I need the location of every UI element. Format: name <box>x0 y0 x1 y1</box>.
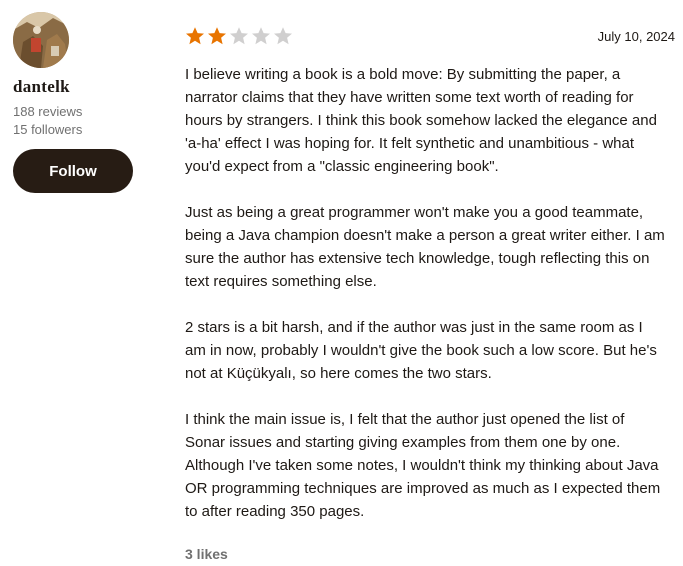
review-paragraph: Just as being a great programmer won't m… <box>185 204 665 290</box>
star-rating <box>185 26 293 46</box>
review-header: July 10, 2024 <box>185 24 675 48</box>
review-content: July 10, 2024 I believe writing a book i… <box>185 24 675 564</box>
follow-button[interactable]: Follow <box>13 149 133 193</box>
review-paragraph: I believe writing a book is a bold move:… <box>185 66 657 175</box>
review-card: dantelk 188 reviews 15 followers Follow … <box>0 0 683 566</box>
review-paragraph: 2 stars is a bit harsh, and if the autho… <box>185 319 657 382</box>
reviewer-review-count: 188 reviews <box>13 104 83 119</box>
star-empty-icon <box>230 27 248 45</box>
reviewer-avatar[interactable] <box>13 12 69 68</box>
review-text: I believe writing a book is a bold move:… <box>185 63 665 523</box>
likes-count[interactable]: 3 likes <box>185 546 228 562</box>
user-avatar-photo-icon <box>13 12 69 68</box>
star-filled-icon <box>208 27 226 45</box>
star-empty-icon <box>252 27 270 45</box>
review-paragraph: I think the main issue is, I felt that t… <box>185 411 661 520</box>
reviewer-profile: dantelk 188 reviews 15 followers Follow <box>13 12 163 193</box>
star-filled-icon <box>186 27 204 45</box>
reviewer-follower-count: 15 followers <box>13 122 83 137</box>
reviewer-name[interactable]: dantelk <box>13 77 163 97</box>
review-date[interactable]: July 10, 2024 <box>598 29 675 44</box>
star-empty-icon <box>274 27 292 45</box>
